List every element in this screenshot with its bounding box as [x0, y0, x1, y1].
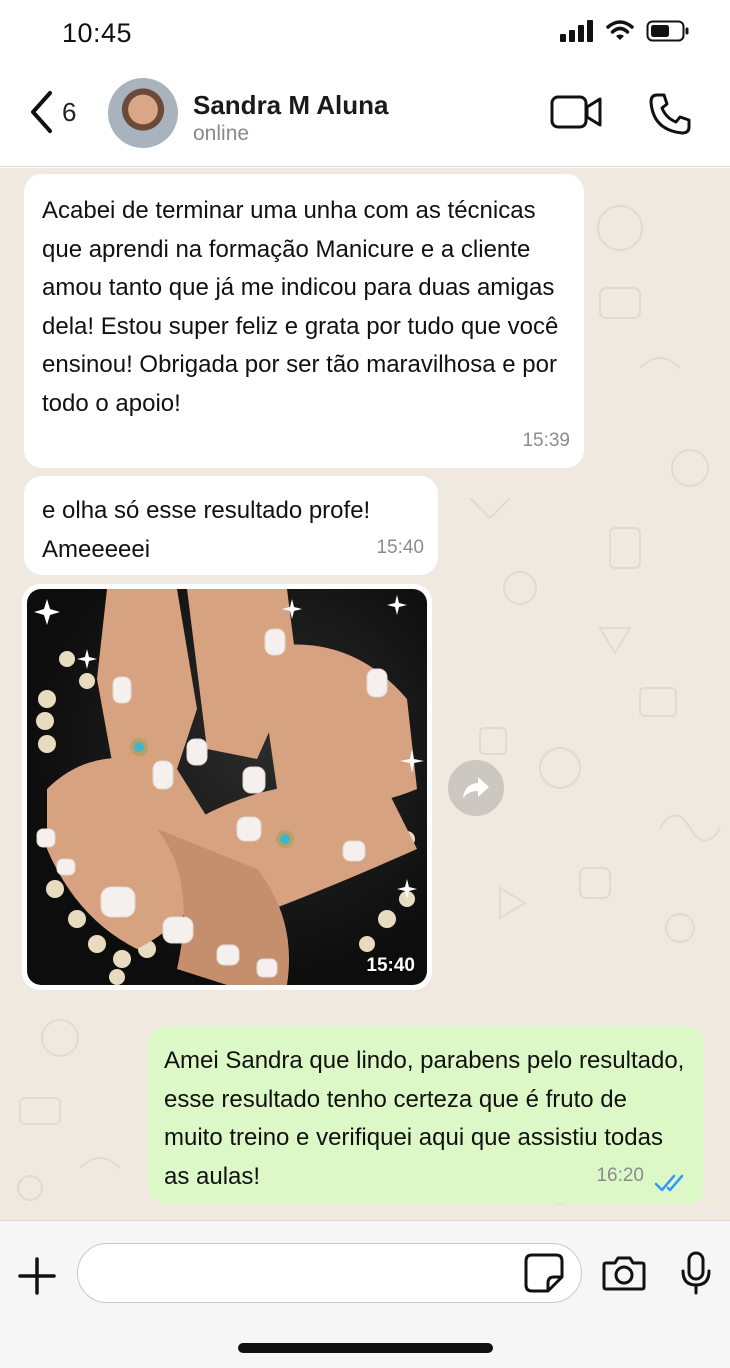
status-bar: 10:45	[0, 0, 730, 70]
microphone-button[interactable]	[680, 1251, 712, 1300]
battery-icon	[646, 20, 689, 42]
contact-name[interactable]: Sandra M Aluna	[193, 90, 389, 121]
contact-status: online	[193, 122, 250, 145]
nails-photo[interactable]: 15:40	[27, 589, 427, 985]
chat-header: 6 Sandra M Aluna online	[0, 70, 730, 167]
message-time: 16:20	[596, 1164, 644, 1186]
chevron-left-icon	[31, 91, 52, 133]
attach-button[interactable]	[18, 1257, 56, 1300]
status-icons	[560, 20, 690, 42]
incoming-message[interactable]: e olha só esse resultado profe! Ameeeeei…	[24, 476, 438, 575]
microphone-icon	[681, 1251, 711, 1295]
message-text: e olha só esse resultado profe! Ameeeeei	[42, 497, 371, 563]
unread-count: 6	[62, 96, 77, 127]
home-indicator[interactable]	[238, 1343, 493, 1353]
sticker-icon	[524, 1253, 564, 1293]
image-time: 15:40	[366, 955, 415, 976]
phone-icon	[649, 93, 691, 135]
read-ticks-icon	[654, 1174, 684, 1192]
photo-content	[34, 589, 424, 985]
sticker-button[interactable]	[524, 1253, 564, 1298]
incoming-image-message[interactable]: 15:40	[22, 584, 432, 990]
video-camera-icon	[550, 95, 602, 129]
forward-arrow-icon	[463, 777, 489, 799]
wifi-icon	[606, 20, 634, 40]
signal-icon	[560, 20, 593, 42]
video-call-button[interactable]	[550, 94, 602, 135]
outgoing-message[interactable]: Amei Sandra que lindo, parabens pelo res…	[148, 1026, 704, 1204]
bubble-tail	[694, 1186, 716, 1202]
message-time: 15:40	[376, 536, 424, 558]
voice-call-button[interactable]	[648, 92, 692, 141]
chat-area[interactable]: Acabei de terminar uma unha com as técni…	[0, 168, 730, 1220]
incoming-message[interactable]: Acabei de terminar uma unha com as técni…	[24, 174, 584, 468]
back-button[interactable]: 6	[28, 90, 76, 134]
message-input[interactable]	[96, 1256, 516, 1290]
message-text: Acabei de terminar uma unha com as técni…	[42, 197, 559, 417]
camera-icon	[602, 1256, 646, 1291]
forward-button[interactable]	[448, 760, 504, 816]
status-time: 10:45	[62, 18, 133, 48]
message-input-field[interactable]	[77, 1243, 582, 1303]
avatar[interactable]	[108, 78, 178, 148]
camera-button[interactable]	[602, 1255, 646, 1296]
message-time: 15:39	[522, 429, 570, 451]
plus-icon	[18, 1257, 56, 1295]
